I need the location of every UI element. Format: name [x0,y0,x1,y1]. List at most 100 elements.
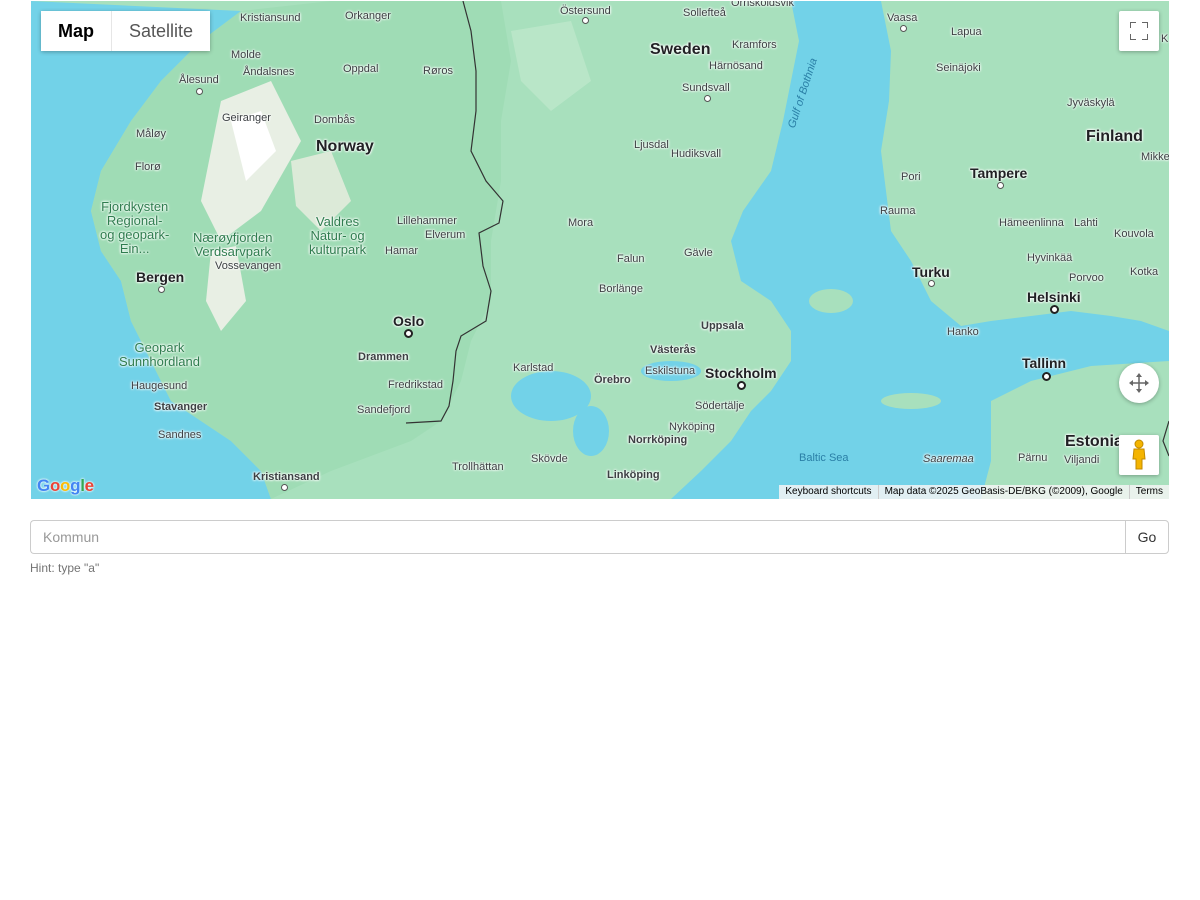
label-kristiansand: Kristiansand [253,471,320,483]
fullscreen-icon [1130,22,1148,40]
label-molde: Molde [231,49,261,61]
terms-link[interactable]: Terms [1128,485,1169,499]
label-parnu: Pärnu [1018,452,1048,464]
label-ljusdal: Ljusdal [634,139,669,151]
label-floro: Florø [135,161,161,173]
label-orkanger: Orkanger [345,10,391,22]
label-turku: Turku [912,264,950,280]
label-borlange: Borlänge [599,283,644,295]
map-attribution: Map data ©2025 GeoBasis-DE/BKG (©2009), … [877,485,1129,499]
label-kramfors: Kramfors [732,39,777,51]
label-seinajoki: Seinäjoki [936,62,981,74]
label-alesund: Ålesund [179,74,219,86]
label-solleftea: Sollefteå [683,7,726,19]
map-type-control: Map Satellite [41,11,211,51]
label-viljandi: Viljandi [1064,454,1100,466]
search-hint: Hint: type "a" [30,561,100,575]
city-dot [404,329,413,338]
label-vossevangen: Vossevangen [215,260,282,272]
street-view-button[interactable] [1119,435,1159,475]
label-maloy: Måløy [136,128,166,140]
city-dot [737,381,746,390]
camera-control-icon [1129,373,1149,393]
label-finland: Finland [1086,128,1143,145]
label-norrkoping: Norrköping [628,434,688,446]
city-dot [900,25,907,32]
camera-control-button[interactable] [1119,363,1159,403]
label-lapua: Lapua [951,26,982,38]
label-andalsnes: Åndalsnes [243,66,295,78]
label-lillehammer: Lillehammer [397,215,457,227]
pegman-icon [1132,439,1146,470]
label-dombas: Dombås [314,114,355,126]
label-helsinki: Helsinki [1027,289,1081,305]
label-nykoping: Nyköping [669,421,715,433]
label-valdres: Valdres Natur- og kulturpark [309,214,367,257]
label-kouvola: Kouvola [1114,228,1154,240]
city-dot [196,88,203,95]
label-naeroyfjorden: Nærøyfjorden Verdsarvpark [193,230,273,259]
label-k: K [1161,33,1169,45]
label-hameenlinna: Hämeenlinna [999,217,1064,229]
city-dot [1042,372,1051,381]
city-dot [281,484,288,491]
kommun-search-input[interactable] [30,520,1125,554]
label-sundsvall: Sundsvall [682,82,730,94]
go-button[interactable]: Go [1125,520,1169,554]
label-ostersund: Östersund [560,5,611,17]
label-vasteras: Västerås [650,344,696,356]
label-jyvaskyla: Jyväskylä [1067,97,1115,109]
label-sandefjord: Sandefjord [357,404,411,416]
label-fjordkysten: Fjordkysten Regional- og geopark- Ein... [100,199,170,256]
label-mikkeli: Mikke [1141,151,1169,163]
label-haugesund: Haugesund [131,380,188,392]
label-fredrikstad: Fredrikstad [388,379,444,391]
map-footer: Keyboard shortcuts Map data ©2025 GeoBas… [779,485,1169,499]
city-dot [158,286,165,293]
city-dot [997,182,1004,189]
city-dot [1050,305,1059,314]
city-dot [704,95,711,102]
label-geiranger: Geiranger [222,112,271,124]
label-bergen: Bergen [136,269,185,285]
label-rauma: Rauma [880,205,916,217]
google-logo[interactable]: Google [37,476,94,496]
label-estonia: Estonia [1065,433,1123,450]
label-linkoping: Linköping [607,469,660,481]
map-canvas[interactable]: Sweden Norway Finland Estonia Oslo Stock… [31,1,1169,499]
label-falun: Falun [617,253,645,265]
label-oppdal: Oppdal [343,63,379,75]
label-orebro: Örebro [594,374,631,386]
label-sodertalje: Södertälje [695,400,745,412]
label-hyvinkaa: Hyvinkää [1027,252,1073,264]
map-type-satellite-button[interactable]: Satellite [112,11,211,51]
label-geopark: Geopark Sunnhordland [119,340,200,369]
label-pori: Pori [901,171,921,183]
label-vaasa: Vaasa [887,12,918,24]
label-lahti: Lahti [1074,217,1098,229]
label-ornskoldsvik: Örnsköldsvik [731,1,794,9]
label-hudiksvall: Hudiksvall [671,148,722,160]
label-mora: Mora [568,217,594,229]
label-elverum: Elverum [425,229,466,241]
city-dot [928,280,935,287]
label-roros: Røros [423,65,453,77]
label-skovde: Skövde [531,453,568,465]
city-dot [582,17,589,24]
label-gavle: Gävle [684,247,713,259]
search-bar: Go [30,520,1169,554]
label-uppsala: Uppsala [701,320,744,332]
keyboard-shortcuts-link[interactable]: Keyboard shortcuts [779,485,877,499]
label-stockholm: Stockholm [705,365,777,381]
label-drammen: Drammen [358,351,409,363]
label-hamar: Hamar [385,245,419,257]
label-tampere: Tampere [970,165,1028,181]
label-sandnes: Sandnes [158,429,202,441]
map-type-map-button[interactable]: Map [41,11,111,51]
fullscreen-button[interactable] [1119,11,1159,51]
label-sweden: Sweden [650,41,711,58]
label-trollhattan: Trollhättan [452,461,504,473]
label-oslo: Oslo [393,313,425,329]
label-kristiansund: Kristiansund [240,12,301,24]
label-kotka: Kotka [1130,266,1159,278]
